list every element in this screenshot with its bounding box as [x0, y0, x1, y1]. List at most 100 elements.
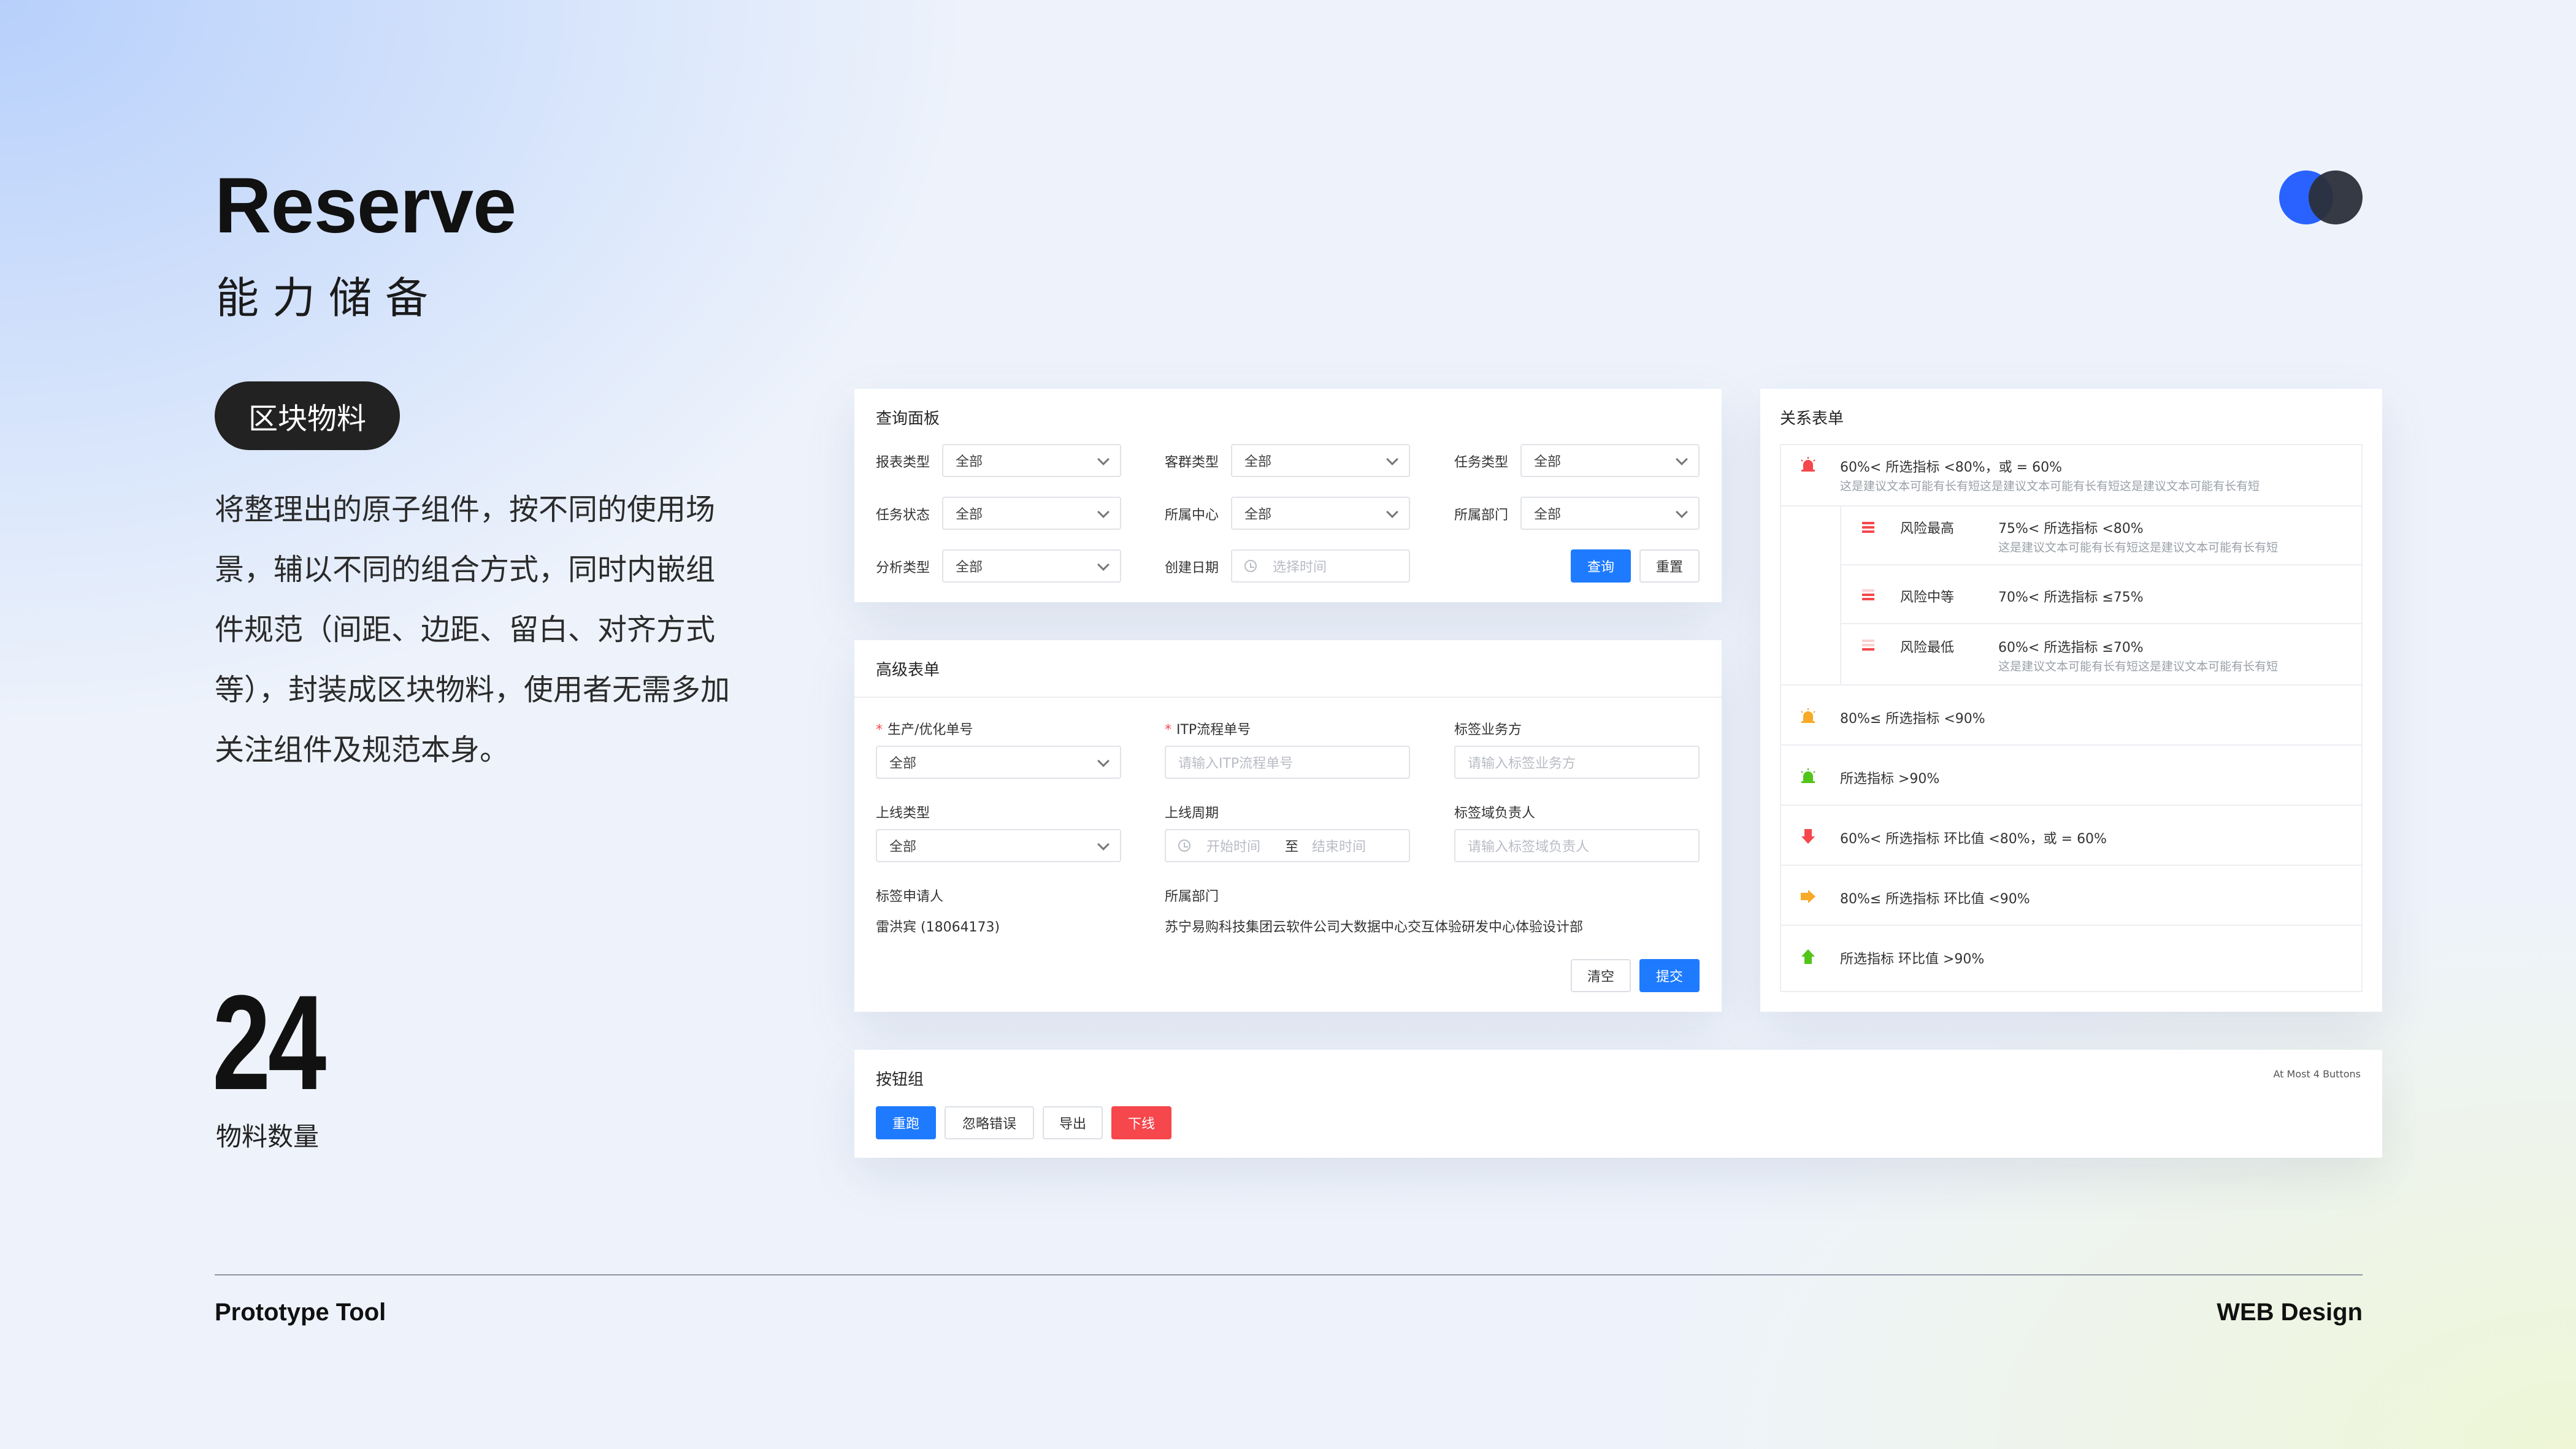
material-count-label: 物料数量	[216, 1122, 320, 1152]
department-select[interactable]: 全部	[1520, 497, 1700, 530]
chevron-down-icon	[1386, 453, 1398, 465]
risk-level-label: 风险最低	[1900, 640, 1955, 656]
alarm-orange-icon	[1801, 708, 1815, 723]
button-group-title: 按钮组	[876, 1071, 924, 1089]
relation-row-text: 80%≤ 所选指标 <90%	[1840, 711, 1985, 727]
relation-row-text: 所选指标 >90%	[1840, 771, 1940, 787]
analysis-type-select[interactable]: 全部	[942, 549, 1121, 583]
field-label: 报表类型	[876, 455, 930, 470]
chevron-down-icon	[1097, 838, 1110, 851]
field-label: 上线周期	[1165, 806, 1219, 821]
field-label: 标签域负责人	[1454, 806, 1536, 821]
page-subtitle: 能力储备	[216, 273, 442, 323]
page-title: Reserve	[215, 162, 516, 250]
clear-button[interactable]: 清空	[1571, 959, 1631, 992]
department-value: 苏宁易购科技集团云软件公司大数据中心交互体验研发中心体验设计部	[1165, 920, 1584, 935]
risk-level-label: 风险中等	[1900, 590, 1955, 605]
field-label: 任务状态	[876, 508, 930, 523]
tag-owner-input[interactable]: 请输入标签域负责人	[1454, 829, 1700, 862]
query-panel-title: 查询面板	[876, 410, 940, 428]
chevron-down-icon	[1676, 453, 1688, 465]
chevron-down-icon	[1097, 506, 1110, 518]
divider	[1781, 865, 2361, 866]
divider	[1840, 505, 1841, 684]
divider	[1781, 684, 2361, 686]
reset-button[interactable]: 重置	[1639, 549, 1700, 583]
divider	[1840, 564, 2361, 565]
risk-medium-icon	[1862, 589, 1874, 600]
advanced-form-panel: 高级表单 * 生产/优化单号 全部 * ITP流程单号 请输入ITP流程单号 标签业…	[854, 640, 1722, 1012]
center-select[interactable]: 全部	[1231, 497, 1410, 530]
alarm-green-icon	[1801, 768, 1815, 783]
create-date-picker[interactable]: 选择时间	[1231, 549, 1410, 583]
relation-row-text: 60%< 所选指标 ≤70%	[1998, 640, 2144, 656]
risk-level-label: 风险最高	[1900, 521, 1955, 537]
field-label: 分析类型	[876, 560, 930, 576]
divider	[1781, 805, 2361, 806]
divider	[1781, 925, 2361, 926]
arrow-right-orange-icon	[1801, 890, 1815, 903]
divider	[854, 697, 1722, 698]
relation-row-note: 这是建议文本可能有长有短这是建议文本可能有长有短	[1998, 660, 2279, 673]
launch-type-select[interactable]: 全部	[876, 829, 1121, 862]
field-label: * 生产/优化单号	[876, 722, 973, 738]
relation-row-text: 60%< 所选指标 环比值 <80%，或 = 60%	[1840, 832, 2107, 847]
divider	[1840, 623, 2361, 624]
relation-row-text: 80%≤ 所选指标 环比值 <90%	[1840, 892, 2030, 907]
field-label: 所属部门	[1454, 508, 1509, 523]
field-label: 客群类型	[1165, 455, 1219, 470]
field-label: 创建日期	[1165, 560, 1219, 576]
task-status-select[interactable]: 全部	[942, 497, 1121, 530]
relation-row-text: 75%< 所选指标 <80%	[1998, 521, 2144, 537]
clock-icon	[1178, 839, 1190, 852]
field-label: 上线类型	[876, 806, 930, 821]
field-label: * ITP流程单号	[1165, 722, 1251, 738]
category-pill: 区块物料	[215, 381, 400, 450]
search-button[interactable]: 查询	[1571, 549, 1631, 583]
chevron-down-icon	[1097, 755, 1110, 767]
chevron-down-icon	[1097, 559, 1110, 571]
clock-icon	[1244, 560, 1257, 572]
submit-button[interactable]: 提交	[1639, 959, 1700, 992]
divider	[1781, 505, 2361, 507]
relation-row-note: 这是建议文本可能有长有短这是建议文本可能有长有短这是建议文本可能有长有短	[1840, 480, 2260, 493]
rerun-button[interactable]: 重跑	[876, 1106, 936, 1139]
button-group-note: At Most 4 Buttons	[2273, 1068, 2361, 1080]
chevron-down-icon	[1386, 506, 1398, 518]
relation-table-panel: 关系表单 60%< 所选指标 <80%，或 = 60% 这是建议文本可能有长有短…	[1760, 389, 2382, 1012]
offline-button[interactable]: 下线	[1111, 1106, 1171, 1139]
launch-period-range-picker[interactable]: 开始时间 至 结束时间	[1165, 829, 1410, 862]
applicant-value: 雷洪宾 (18064173)	[876, 920, 1000, 935]
footer-divider	[215, 1274, 2363, 1275]
footer-right-text: WEB Design	[2217, 1299, 2363, 1326]
arrow-down-red-icon	[1801, 829, 1815, 844]
risk-low-icon	[1862, 640, 1874, 651]
brand-logo-icon	[2279, 170, 2363, 224]
field-label: 所属部门	[1165, 889, 1219, 904]
itp-number-input[interactable]: 请输入ITP流程单号	[1165, 746, 1410, 779]
order-number-select[interactable]: 全部	[876, 746, 1121, 779]
export-button[interactable]: 导出	[1043, 1106, 1103, 1139]
field-label: 标签申请人	[876, 889, 944, 904]
divider	[1781, 744, 2361, 746]
relation-row-text: 所选指标 环比值 >90%	[1840, 952, 1985, 967]
description-text: 将整理出的原子组件，按不同的使用场景，辅以不同的组合方式，同时内嵌组件规范（间距…	[215, 492, 730, 767]
report-type-select[interactable]: 全部	[942, 444, 1121, 477]
customer-type-select[interactable]: 全部	[1231, 444, 1410, 477]
risk-high-icon	[1862, 522, 1874, 533]
material-count: 24	[212, 967, 326, 1118]
chevron-down-icon	[1097, 453, 1110, 465]
task-type-select[interactable]: 全部	[1520, 444, 1700, 477]
relation-row-text: 70%< 所选指标 ≤75%	[1998, 590, 2144, 605]
field-label: 标签业务方	[1454, 722, 1522, 738]
relation-table-title: 关系表单	[1780, 410, 1844, 428]
tag-business-input[interactable]: 请输入标签业务方	[1454, 746, 1700, 779]
ignore-error-button[interactable]: 忽略错误	[945, 1106, 1034, 1139]
relation-row-text: 60%< 所选指标 <80%，或 = 60%	[1840, 460, 2062, 475]
arrow-up-green-icon	[1801, 949, 1815, 964]
footer-left-text: Prototype Tool	[215, 1299, 386, 1326]
chevron-down-icon	[1676, 506, 1688, 518]
alarm-red-icon	[1801, 457, 1815, 472]
query-panel: 查询面板 报表类型 全部 客群类型 全部 任务类型 全部 任务状态 全部 所属中…	[854, 389, 1722, 602]
button-group-panel: 按钮组 At Most 4 Buttons 重跑 忽略错误 导出 下线	[854, 1050, 2382, 1158]
